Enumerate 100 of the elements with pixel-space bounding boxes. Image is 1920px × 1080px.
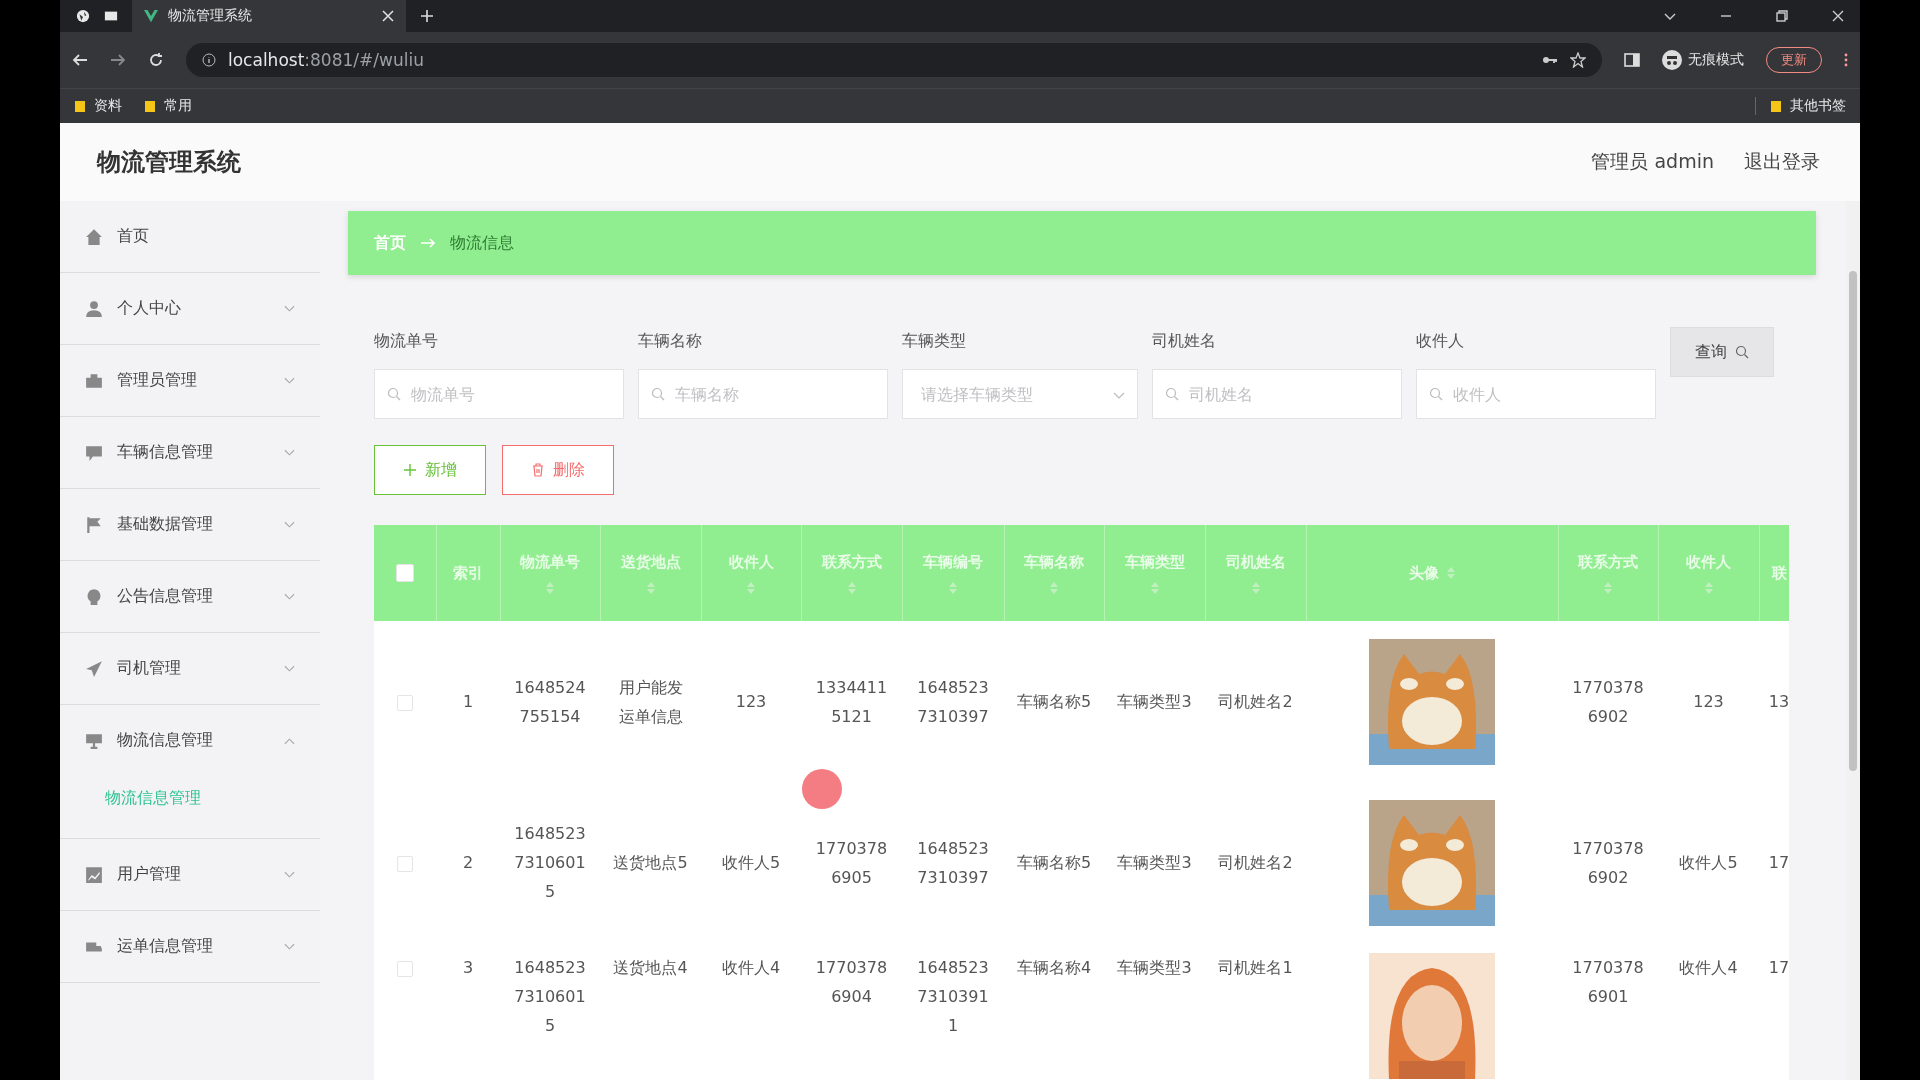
table-cell: 车辆类型3 [1117, 692, 1192, 711]
table-cell: 车辆名称4 [1016, 958, 1092, 977]
chat-icon [85, 443, 103, 462]
bookmark[interactable]: 常用 [144, 97, 192, 115]
filter-label: 物流单号 [374, 330, 439, 352]
sort-icon [747, 581, 755, 594]
chevron-down-icon [284, 664, 295, 673]
chevron-down-icon [284, 376, 295, 385]
sort-icon [949, 581, 957, 594]
menu-item[interactable]: 用户管理 [60, 839, 320, 910]
tab-title: 物流管理系统 [168, 7, 253, 25]
menu-item[interactable]: 个人中心 [60, 273, 320, 344]
scrollbar[interactable] [1846, 201, 1860, 1080]
forward-icon[interactable] [110, 52, 126, 68]
browser-tab[interactable]: 物流管理系统 [132, 0, 406, 32]
table-cell: 13 [1768, 692, 1789, 711]
search-icon [1429, 387, 1443, 401]
table-cell: 1 [462, 692, 474, 711]
search-button[interactable]: 查询 [1670, 327, 1774, 377]
url-text: localhost:8081/#/wuliu [228, 50, 424, 70]
back-icon[interactable] [72, 52, 88, 68]
table-cell: 2 [462, 853, 474, 872]
folder-icon [144, 100, 156, 112]
reload-icon[interactable] [148, 52, 164, 68]
menu-item[interactable]: 管理员管理 [60, 345, 320, 416]
select-all-checkbox[interactable] [395, 564, 414, 583]
table-cell: 司机姓名2 [1218, 853, 1293, 872]
filter-label: 司机姓名 [1152, 330, 1217, 352]
update-button[interactable]: 更新 [1766, 47, 1822, 73]
sort-icon [646, 581, 655, 594]
chevron-down-icon [284, 304, 295, 313]
table-cell: 17703786902 [1572, 838, 1644, 887]
chevron-down-icon [284, 448, 295, 457]
input-field[interactable]: 车辆名称 [638, 369, 888, 419]
table-cell: 13344115121 [815, 677, 888, 726]
new-tab-icon[interactable] [420, 9, 434, 23]
menu-item[interactable]: 司机管理 [60, 633, 320, 704]
input-field[interactable]: 收件人 [1416, 369, 1656, 419]
table-cell: 17703786902 [1572, 677, 1644, 726]
table-cell: 123 [735, 692, 767, 711]
monitor-icon [85, 731, 103, 750]
home-icon [85, 227, 103, 246]
search-icon [1735, 345, 1749, 359]
filter-label: 车辆名称 [638, 330, 703, 352]
table-cell: 车辆名称5 [1016, 853, 1092, 872]
more-icon[interactable] [1844, 53, 1848, 67]
table-cell: 17703786905 [815, 838, 888, 887]
table-cell: 收件人5 [1679, 853, 1738, 872]
chevron-down-icon [284, 942, 295, 951]
sort-icon [1050, 581, 1058, 594]
input-field[interactable]: 司机姓名 [1152, 369, 1402, 419]
trash-icon [531, 463, 545, 477]
folder-icon [1770, 100, 1782, 112]
row-checkbox[interactable] [397, 960, 413, 977]
incognito-indicator[interactable]: 无痕模式 [1662, 50, 1744, 70]
table-cell: 123 [1693, 692, 1724, 711]
row-checkbox[interactable] [397, 694, 413, 711]
close-icon[interactable] [1832, 10, 1844, 22]
input-field[interactable]: 物流单号 [374, 369, 624, 419]
menu-item[interactable]: 首页 [60, 201, 320, 272]
menu-item[interactable]: 车辆信息管理 [60, 417, 320, 488]
sort-icon [1704, 581, 1713, 594]
globe-icon[interactable] [76, 9, 90, 23]
table-cell: 164852373103911 [917, 958, 989, 1035]
arrow-right-icon [420, 238, 436, 248]
breadcrumb-item: 物流信息 [450, 232, 514, 254]
close-icon[interactable] [382, 10, 394, 22]
row-checkbox[interactable] [397, 855, 413, 872]
incognito-icon [1662, 50, 1682, 70]
logout-link[interactable]: 退出登录 [1744, 149, 1820, 175]
user-label: 管理员 admin [1591, 149, 1714, 174]
table-cell: 164852373106015 [514, 824, 586, 901]
table-cell: 司机姓名2 [1218, 692, 1293, 711]
star-icon[interactable] [1570, 52, 1586, 68]
user-icon [85, 299, 103, 318]
table-cell: 车辆类型3 [1117, 853, 1192, 872]
table-cell: 司机姓名1 [1218, 958, 1293, 977]
window-icon[interactable] [104, 9, 118, 23]
sort-icon [1604, 581, 1612, 594]
paper-plane-icon [85, 659, 103, 678]
menu-item[interactable]: 物流信息管理 [60, 705, 320, 776]
flag-icon [85, 515, 103, 534]
chevron-down-icon [284, 870, 295, 879]
search-icon [651, 387, 665, 401]
menu-item[interactable]: 基础数据管理 [60, 489, 320, 560]
table-cell: 1648524755154 [514, 677, 586, 726]
table-cell: 16485237310397 [917, 677, 989, 726]
menu-item[interactable]: 运单信息管理 [60, 911, 320, 982]
sort-icon [847, 581, 856, 594]
bookmark[interactable]: 其他书签 [1755, 97, 1846, 115]
menu-item[interactable]: 公告信息管理 [60, 561, 320, 632]
restore-icon[interactable] [1776, 10, 1788, 22]
app-title: 物流管理系统 [97, 147, 241, 178]
bookmark[interactable]: 资料 [74, 97, 122, 115]
select-field[interactable]: 请选择车辆类型 [902, 369, 1138, 419]
address-bar[interactable]: localhost:8081/#/wuliu [186, 43, 1602, 77]
table-cell: 收件人5 [721, 853, 781, 872]
table-cell: 车辆类型3 [1117, 958, 1192, 977]
sidebar-icon[interactable] [1624, 52, 1640, 68]
table-cell: 车辆名称5 [1016, 692, 1092, 711]
